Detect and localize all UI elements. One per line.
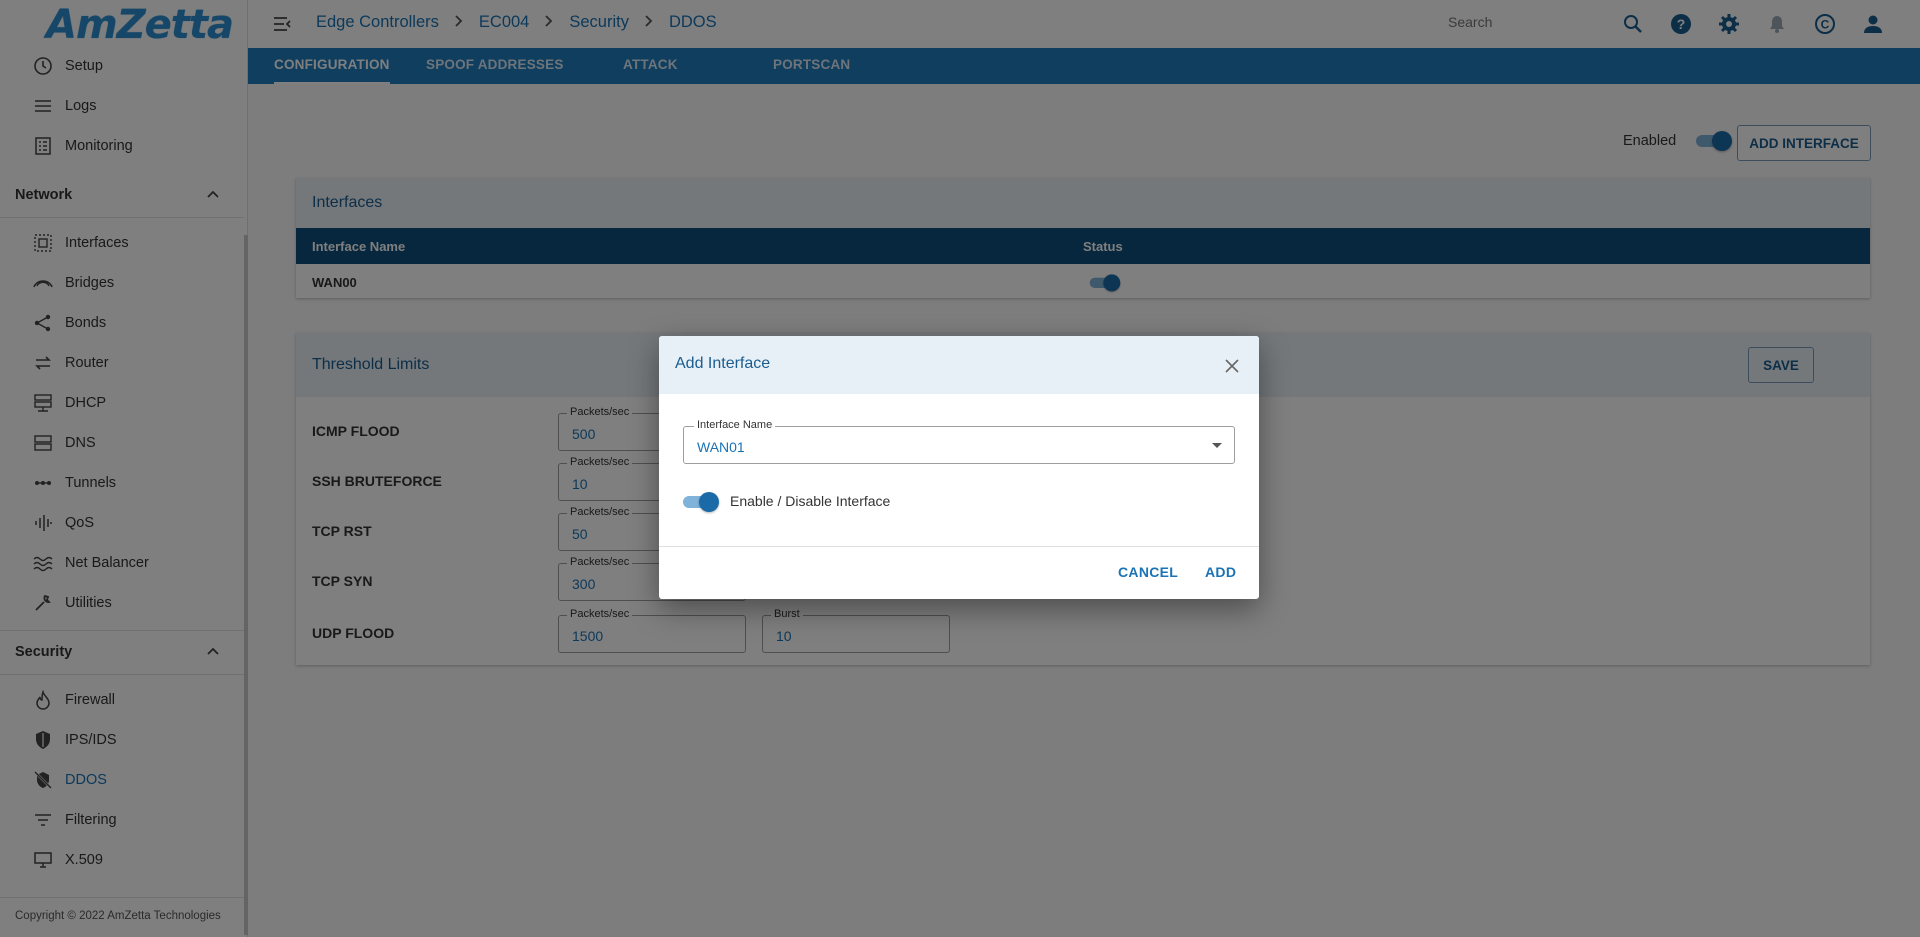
divider	[659, 546, 1259, 547]
close-icon[interactable]	[1221, 355, 1243, 377]
dropdown-arrow-icon[interactable]	[1212, 443, 1222, 448]
toggle-knob	[699, 492, 719, 512]
add-button[interactable]: ADD	[1205, 564, 1236, 580]
toggle-label: Enable / Disable Interface	[730, 493, 891, 509]
add-interface-dialog: Add Interface Interface Name WAN01 Enabl…	[659, 336, 1259, 599]
interface-name-select[interactable]: Interface Name WAN01	[683, 419, 1235, 464]
enable-interface-toggle[interactable]	[683, 491, 719, 512]
cancel-button[interactable]: CANCEL	[1118, 564, 1178, 580]
field-label: Interface Name	[694, 419, 776, 431]
field-value: WAN01	[697, 439, 745, 455]
dialog-title: Add Interface	[675, 355, 771, 372]
dialog-header: Add Interface	[659, 336, 1259, 394]
